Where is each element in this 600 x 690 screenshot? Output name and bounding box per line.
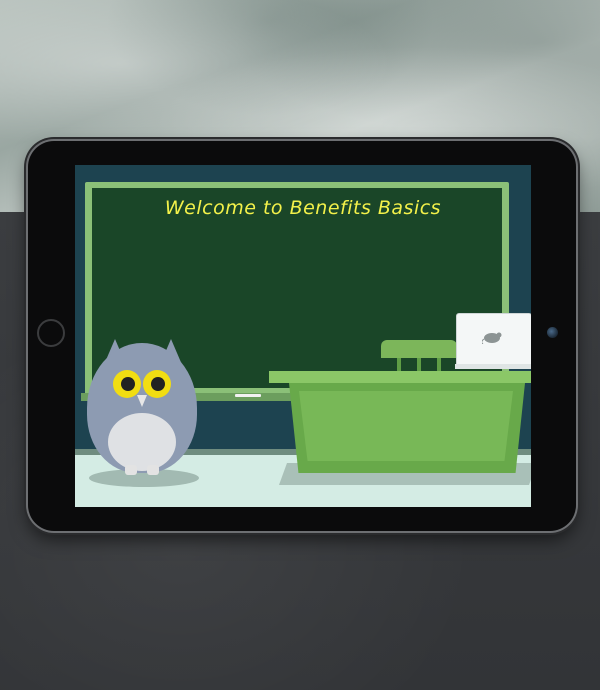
home-button[interactable] [37,319,65,347]
chair-slat [437,358,441,371]
owl-right-foot [147,465,159,475]
mouse-icon [481,330,506,347]
chair-slat [397,358,401,371]
chair [381,340,457,358]
chalk-piece [235,394,261,397]
desk-panel [299,391,513,461]
owl-beak [137,395,147,407]
chair-slat [417,358,421,371]
owl-belly [108,413,176,471]
welcome-title: Welcome to Benefits Basics [164,197,442,219]
desk-top [269,371,531,383]
laptop-base [455,364,531,369]
owl-left-foot [125,465,137,475]
owl-left-pupil [121,377,135,391]
owl-right-pupil [151,377,165,391]
camera-icon [547,327,558,338]
tablet-device: Welcome to Benefits Basics [28,141,576,531]
lesson-screen: Welcome to Benefits Basics [75,165,531,507]
